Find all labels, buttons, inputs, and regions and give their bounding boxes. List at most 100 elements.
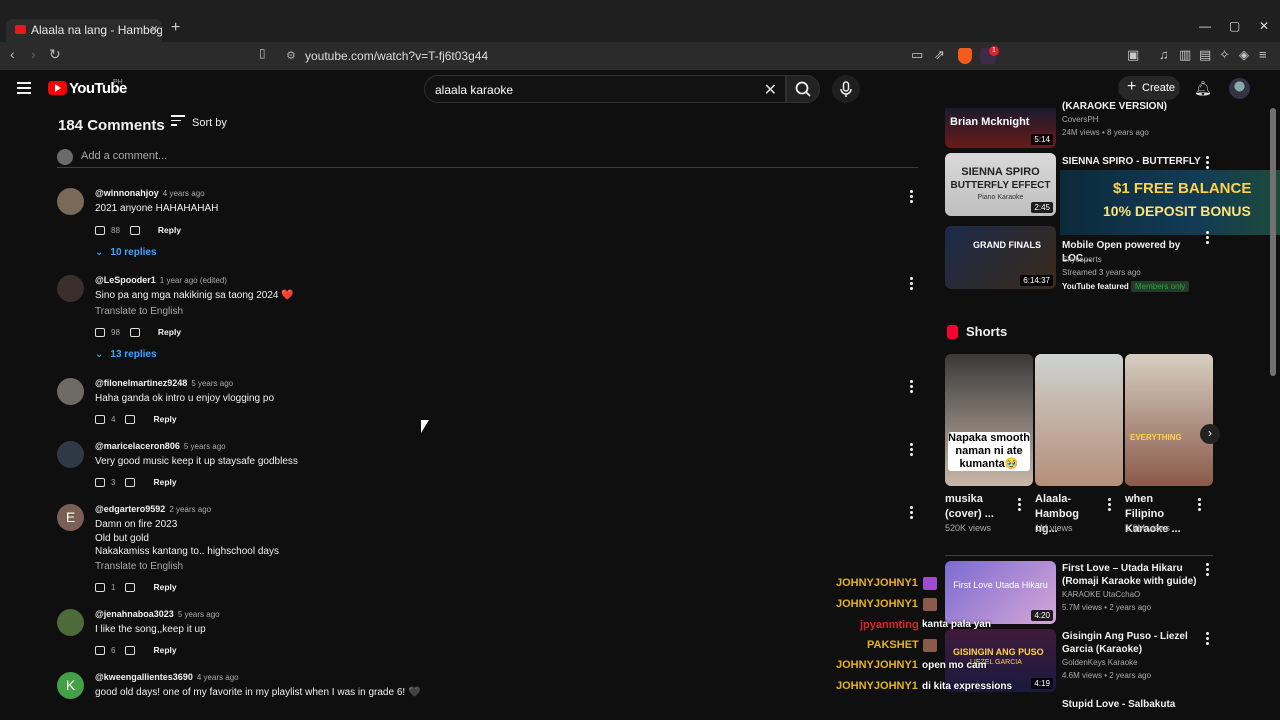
comment-time[interactable]: 1 year ago (edited)	[160, 276, 227, 285]
video-thumbnail[interactable]: Brian Mcknight 5:14	[945, 108, 1056, 148]
search-button[interactable]	[786, 75, 820, 103]
comment-author[interactable]: @filonelmartinez9248	[95, 378, 187, 388]
video-title[interactable]: Stupid Love - Salbakuta	[1062, 698, 1202, 711]
view-replies-button[interactable]: ⌄ 10 replies	[95, 247, 157, 258]
tab-search-icon[interactable]: ▣	[1127, 47, 1139, 63]
ad-banner[interactable]: $1 FREE BALANCE 10% DEPOSIT BONUS	[1060, 170, 1280, 235]
short-thumbnail[interactable]: EVERYTHING	[1125, 354, 1213, 486]
short-title[interactable]: musika (cover) ...	[945, 492, 1007, 522]
view-replies-button[interactable]: ⌄ 13 replies	[95, 349, 157, 360]
comment-author[interactable]: @maricelaceron806	[95, 441, 180, 451]
video-menu-icon[interactable]	[1206, 156, 1210, 170]
comment-author[interactable]: @LeSpooder1	[95, 275, 156, 285]
menu-icon[interactable]: ≡	[1259, 47, 1267, 62]
avatar[interactable]	[57, 378, 84, 405]
close-tab-icon[interactable]: ×	[150, 21, 158, 36]
voice-search-button[interactable]	[832, 75, 860, 103]
share-icon[interactable]: ⇗	[934, 47, 945, 63]
comment-time[interactable]: 5 years ago	[184, 442, 226, 451]
translate-link[interactable]: Translate to English	[95, 561, 183, 572]
close-window-icon[interactable]: ✕	[1259, 19, 1269, 33]
video-menu-icon[interactable]	[1206, 231, 1210, 245]
back-icon[interactable]: ‹	[10, 46, 15, 62]
notifications-icon[interactable]: 🔔︎	[1194, 80, 1212, 97]
video-channel[interactable]: GoldenKeys Karaoke	[1062, 658, 1138, 667]
forward-icon[interactable]: ›	[31, 46, 36, 62]
video-title[interactable]: Gisingin Ang Puso - Liezel Garcia (Karao…	[1062, 630, 1202, 656]
comment-time[interactable]: 2 years ago	[169, 505, 211, 514]
comment-author[interactable]: @jenahnaboa3023	[95, 609, 174, 619]
like-icon[interactable]	[95, 414, 105, 424]
dislike-icon[interactable]	[129, 327, 140, 337]
minimize-icon[interactable]: —	[1199, 19, 1211, 33]
guide-menu-icon[interactable]	[17, 82, 31, 97]
maximize-icon[interactable]: ▢	[1229, 19, 1240, 33]
bookmark-icon[interactable]: ▯	[259, 46, 266, 60]
avatar[interactable]	[57, 188, 84, 215]
comment-author[interactable]: @edgartero9592	[95, 504, 165, 514]
video-thumbnail[interactable]: SIENNA SPIRO BUTTERFLY EFFECT Piano Kara…	[945, 153, 1056, 216]
comment-menu-icon[interactable]	[910, 190, 914, 204]
comment-author[interactable]: @kweengallientes3690	[95, 672, 193, 682]
comment-menu-icon[interactable]	[910, 443, 914, 457]
short-menu-icon[interactable]	[1018, 498, 1022, 512]
short-menu-icon[interactable]	[1108, 498, 1112, 512]
vpn-icon[interactable]: ◈	[1239, 47, 1249, 63]
comment-time[interactable]: 4 years ago	[197, 673, 239, 682]
avatar[interactable]	[57, 441, 84, 468]
reply-button[interactable]: Reply	[158, 327, 181, 337]
brave-shield-icon[interactable]	[958, 48, 972, 64]
comment-time[interactable]: 4 years ago	[163, 189, 205, 198]
clear-search-icon[interactable]: ✕	[764, 80, 777, 100]
extensions-icon[interactable]: ✧	[1219, 47, 1230, 63]
reload-icon[interactable]: ↻	[49, 46, 61, 63]
cast-icon[interactable]: ▭	[911, 47, 923, 63]
short-menu-icon[interactable]	[1198, 498, 1202, 512]
video-channel[interactable]: Skyesports	[1062, 255, 1102, 264]
video-title[interactable]: SIENNA SPIRO - BUTTERFLY	[1062, 155, 1202, 168]
rewards-icon[interactable]: 1	[980, 46, 999, 64]
reply-button[interactable]: Reply	[158, 225, 181, 235]
media-icon[interactable]: ♫	[1159, 47, 1169, 62]
translate-link[interactable]: Translate to English	[95, 306, 183, 317]
sidebar-icon[interactable]: ▥	[1179, 47, 1191, 63]
comment-menu-icon[interactable]	[910, 277, 914, 291]
video-menu-icon[interactable]	[1206, 563, 1210, 577]
video-channel[interactable]: KARAOKE UtaCchaO	[1062, 590, 1140, 599]
like-icon[interactable]	[95, 477, 105, 487]
search-input[interactable]: alaala karaoke ✕	[424, 75, 786, 103]
like-icon[interactable]	[95, 582, 105, 592]
avatar[interactable]	[57, 609, 84, 636]
like-icon[interactable]	[95, 327, 105, 337]
video-channel[interactable]: CoversPH	[1062, 115, 1098, 124]
video-thumbnail[interactable]: GRAND FINALS 6:14:37	[945, 226, 1056, 289]
like-icon[interactable]	[95, 645, 105, 655]
site-info-icon[interactable]: ⚙	[286, 49, 296, 62]
create-button[interactable]: + Create	[1118, 76, 1180, 100]
page-scrollbar[interactable]	[1270, 108, 1276, 376]
reply-button[interactable]: Reply	[153, 477, 176, 487]
wallet-icon[interactable]: ▤	[1199, 47, 1211, 63]
video-title[interactable]: (KARAOKE VERSION)	[1062, 100, 1202, 113]
url-field[interactable]: ⚙ youtube.com/watch?v=T-fj6t03g44	[278, 45, 938, 67]
dislike-icon[interactable]	[129, 225, 140, 235]
browser-tab[interactable]: Alaala na lang - Hambog ng Sag ×	[6, 19, 162, 42]
dislike-icon[interactable]	[125, 477, 136, 487]
new-tab-button[interactable]: +	[171, 19, 180, 37]
dislike-icon[interactable]	[125, 414, 136, 424]
comment-time[interactable]: 5 years ago	[178, 610, 220, 619]
video-menu-icon[interactable]	[1206, 632, 1210, 646]
reply-button[interactable]: Reply	[153, 582, 176, 592]
avatar[interactable]: K	[57, 672, 84, 699]
avatar[interactable]	[57, 275, 84, 302]
dislike-icon[interactable]	[125, 582, 136, 592]
like-icon[interactable]	[95, 225, 105, 235]
add-comment-field[interactable]: Add a comment...	[57, 149, 918, 168]
reply-button[interactable]: Reply	[153, 414, 176, 424]
dislike-icon[interactable]	[125, 645, 136, 655]
comment-author[interactable]: @winnonahjoy	[95, 188, 159, 198]
chevron-right-icon[interactable]: ›	[1200, 424, 1220, 444]
reply-button[interactable]: Reply	[153, 645, 176, 655]
sort-by-button[interactable]: Sort by	[171, 115, 227, 129]
short-thumbnail[interactable]: Napaka smooth naman ni ate kumanta🥹	[945, 354, 1033, 486]
